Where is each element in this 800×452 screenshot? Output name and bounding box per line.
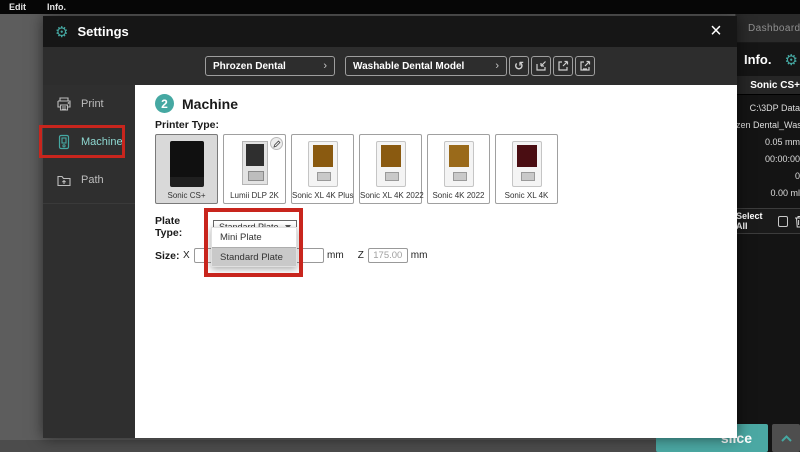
detail-layer-height: 0.05 mm (764, 137, 800, 147)
detail-path: C:\3DP Data (749, 103, 800, 113)
step-header: 2 Machine (155, 94, 737, 113)
printer-type-cards: Sonic CS+ Lumii DLP 2K Sonic XL 4K Plus … (155, 134, 737, 204)
printer-thumbnail (241, 141, 268, 185)
printer-name-row: Sonic CS+ (736, 76, 800, 95)
printer-thumbnail (511, 141, 542, 187)
sidebar-item-label: Print (81, 98, 104, 110)
save-as-icon (579, 60, 591, 72)
printer-icon (56, 96, 72, 112)
printer-card-label: Sonic CS+ (167, 191, 206, 200)
info-header: Info. ⚙ (736, 43, 800, 76)
printer-card-label: Lumii DLP 2K (230, 191, 279, 200)
printer-card-sonic-cs-plus[interactable]: Sonic CS+ (155, 134, 218, 204)
detail-profile: zen Dental_Washable (736, 120, 800, 130)
printer-thumbnail (375, 141, 406, 187)
trash-icon[interactable] (794, 215, 800, 228)
dialog-titlebar: ⚙ Settings × (43, 16, 737, 47)
printer-card-label: Sonic 4K 2022 (432, 191, 485, 200)
print-details: C:\3DP Data zen Dental_Washable 0.05 mm … (736, 95, 800, 208)
printer-card-lumii-dlp-2k[interactable]: Lumii DLP 2K (223, 134, 286, 204)
preset-category-label: Phrozen Dental (213, 60, 286, 72)
info-title: Info. (744, 52, 772, 67)
sidebar-item-label: Path (81, 174, 104, 186)
import-profile-button[interactable] (531, 56, 551, 76)
settings-dialog: ⚙ Settings × Phrozen Dental › Washable D… (43, 16, 737, 438)
size-label: Size: (155, 249, 180, 262)
dialog-title: Settings (77, 24, 129, 39)
plate-type-label: Plate Type: (155, 215, 183, 239)
z-axis-label: Z (357, 250, 364, 261)
printer-thumbnail (307, 141, 338, 187)
detail-layer-count: 0 (794, 171, 800, 181)
detail-resin-volume: 0.00 ml (770, 188, 800, 198)
settings-icon: ⚙ (55, 22, 69, 41)
select-all-row: Select All (736, 208, 800, 234)
folder-up-icon (56, 172, 72, 188)
info-panel: Dashboard Info. ⚙ Sonic CS+ C:\3DP Data … (735, 14, 800, 452)
export-icon (557, 60, 569, 72)
edit-pencil-icon[interactable] (270, 137, 283, 150)
dashboard-label: Dashboard (748, 22, 800, 34)
printer-card-label: Sonic XL 4K (504, 191, 549, 200)
sidebar-item-print[interactable]: Print (43, 85, 135, 123)
printer-card-label: Sonic XL 4K Plus (292, 191, 354, 200)
detail-print-time: 00:00:00 (764, 154, 800, 164)
printer-card-sonic-xl-4k-plus[interactable]: Sonic XL 4K Plus (291, 134, 354, 204)
printer-thumbnail (169, 141, 204, 187)
dialog-body: Print Machine Path 2 Machine Printer Typ… (43, 85, 737, 438)
settings-gear-icon[interactable]: ⚙ (785, 51, 798, 69)
preset-profile-label: Washable Dental Model (353, 60, 465, 72)
x-axis-label: X (183, 250, 190, 261)
sidebar-item-path[interactable]: Path (43, 161, 135, 199)
reset-profile-button[interactable]: ↺ (509, 56, 529, 76)
menu-edit[interactable]: Edit (9, 2, 26, 12)
chevron-right-icon: › (323, 60, 327, 72)
printer-type-label: Printer Type: (155, 119, 219, 131)
chevron-right-icon: › (495, 60, 499, 72)
printer-card-label: Sonic XL 4K 2022 (360, 191, 424, 200)
annotation-box-plate-type (204, 208, 303, 277)
z-unit-label: mm (410, 250, 428, 261)
annotation-box-machine (39, 125, 125, 158)
reset-icon: ↺ (513, 59, 525, 73)
menu-info[interactable]: Info. (47, 2, 66, 12)
y-unit-label: mm (327, 250, 344, 261)
select-all-checkbox[interactable] (777, 215, 788, 227)
app-window: Edit Info. Dashboard Info. ⚙ Sonic CS+ C… (0, 0, 800, 452)
printer-name: Sonic CS+ (750, 79, 800, 91)
select-all-label: Select All (736, 211, 763, 231)
export-profile-button[interactable] (553, 56, 573, 76)
size-z-input[interactable] (367, 248, 408, 263)
preset-category-dropdown[interactable]: Phrozen Dental › (205, 56, 335, 76)
menubar: Edit Info. (0, 0, 800, 14)
printer-thumbnail (443, 141, 474, 187)
section-title: Machine (182, 95, 239, 112)
step-number-badge: 2 (155, 94, 174, 113)
printer-card-sonic-4k-2022[interactable]: Sonic 4K 2022 (427, 134, 490, 204)
printer-card-sonic-xl-4k-2022[interactable]: Sonic XL 4K 2022 (359, 134, 424, 204)
printer-card-sonic-xl-4k[interactable]: Sonic XL 4K (495, 134, 558, 204)
collapse-panel-button[interactable] (772, 424, 800, 452)
sidebar-divider (43, 203, 135, 204)
close-icon[interactable]: × (706, 19, 726, 43)
preset-toolbar: Phrozen Dental › Washable Dental Model ›… (43, 47, 737, 85)
preset-profile-dropdown[interactable]: Washable Dental Model › (345, 56, 507, 76)
chevron-up-icon (780, 434, 793, 443)
save-profile-button[interactable] (575, 56, 595, 76)
import-icon (535, 60, 547, 72)
dashboard-tab[interactable]: Dashboard (736, 14, 800, 43)
